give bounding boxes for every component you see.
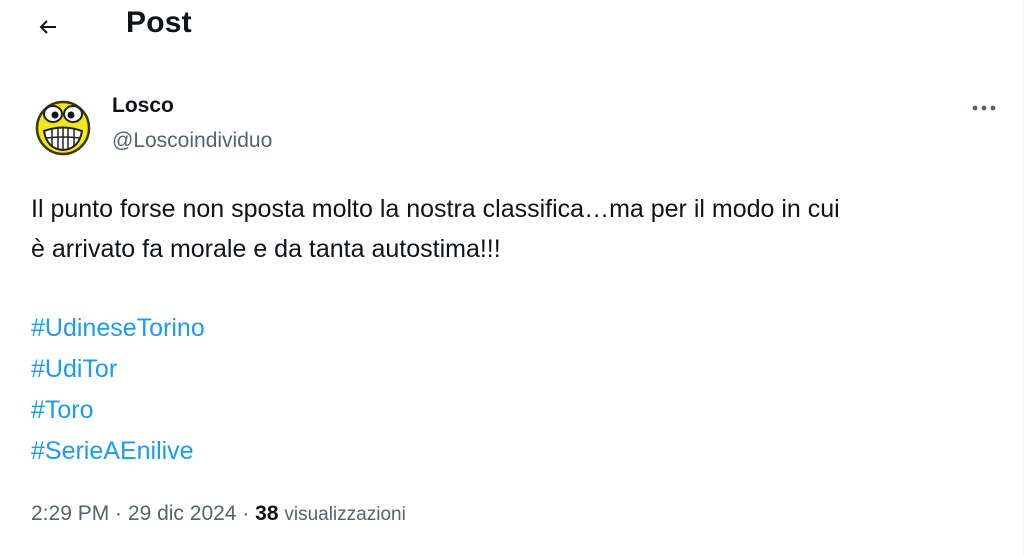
back-button[interactable] xyxy=(32,11,64,43)
post-date[interactable]: 29 dic 2024 xyxy=(128,502,237,525)
views-count: 38 xyxy=(255,502,279,525)
separator: · xyxy=(109,502,128,525)
post-text-line-1: Il punto forse non sposta molto la nostr… xyxy=(31,195,840,223)
hashtag-link[interactable]: #UdineseTorino xyxy=(31,308,205,349)
post-text: Il punto forse non sposta molto la nostr… xyxy=(31,189,1006,269)
views-label: visualizzazioni xyxy=(284,504,406,525)
hashtag-list: #UdineseTorino #UdiTor #Toro #SerieAEnil… xyxy=(31,308,205,472)
arrow-left-icon xyxy=(39,20,56,34)
hashtag-link[interactable]: #Toro xyxy=(31,390,205,431)
grinning-face-avatar-icon xyxy=(32,95,94,157)
post-text-line-2: è arrivato fa morale e da tanta autostim… xyxy=(31,235,501,263)
post-metadata: 2:29 PM · 29 dic 2024 · 38 visualizzazio… xyxy=(31,502,406,526)
more-button[interactable] xyxy=(966,94,1002,122)
hashtag-link[interactable]: #SerieAEnilive xyxy=(31,431,205,472)
top-bar: Post xyxy=(0,0,1024,52)
author-handle[interactable]: @Loscoindividuo xyxy=(112,129,272,153)
hashtag-link[interactable]: #UdiTor xyxy=(31,349,205,390)
avatar[interactable] xyxy=(31,94,95,158)
page-title: Post xyxy=(126,6,192,39)
author-name[interactable]: Losco xyxy=(112,94,174,118)
separator: · xyxy=(236,502,256,525)
post-time[interactable]: 2:29 PM xyxy=(31,502,109,525)
more-horizontal-icon xyxy=(972,105,996,111)
